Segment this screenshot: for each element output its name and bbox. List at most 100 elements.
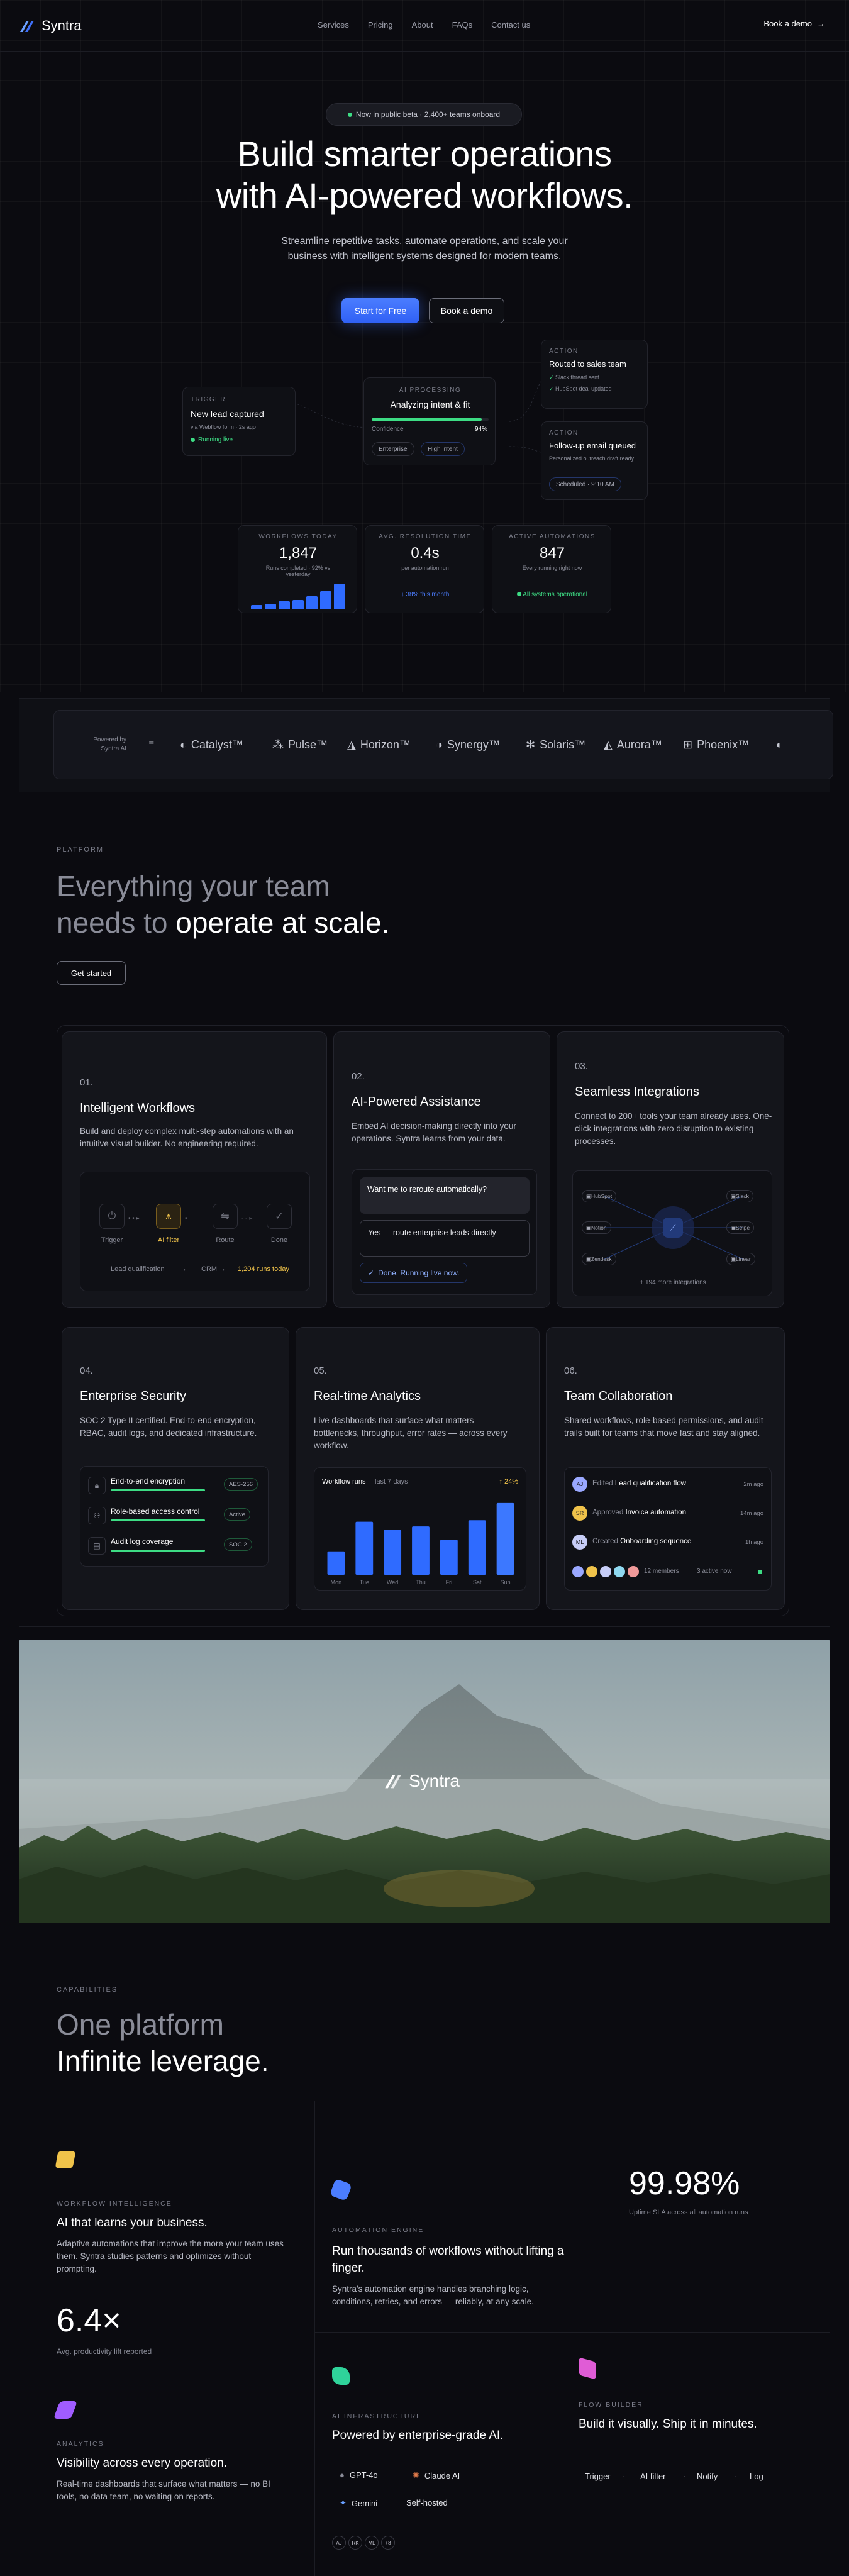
app-hubspot[interactable]: ▣ HubSpot — [582, 1190, 617, 1202]
brand-name: Syntra — [42, 17, 82, 33]
workflow-runs-chart: Mon Tue Wed Thu Fri Sat Sun — [327, 1502, 514, 1585]
live-dot-icon — [347, 112, 352, 117]
running-dot-icon — [191, 438, 195, 442]
nav-link-about[interactable]: About — [412, 20, 433, 30]
flow-step-log[interactable]: Log — [750, 2472, 763, 2481]
app-zendesk[interactable]: ▣ Zendesk — [582, 1253, 616, 1265]
avatar: ML — [572, 1535, 587, 1550]
cube-icon — [55, 2151, 76, 2168]
mini-bar — [265, 604, 276, 609]
chart-tick-label: Sat — [473, 1579, 482, 1585]
security-row-1-badge: AES-256 — [224, 1478, 258, 1491]
book-demo-button[interactable]: Book a demo — [429, 298, 504, 323]
chart-tick-label: Wed — [387, 1579, 398, 1585]
flow-foot-c: 1,204 runs today — [238, 1265, 289, 1273]
flow-step-ai-filter[interactable]: AI filter — [640, 2472, 665, 2481]
ai-title: Analyzing intent & fit — [390, 399, 470, 409]
nav-link-services[interactable]: Services — [318, 20, 349, 30]
cap-6-title: Build it visually. Ship it in minutes. — [579, 2418, 757, 2431]
trigger-node-icon[interactable]: ⏻ — [99, 1204, 125, 1229]
security-row-3-label: Audit log coverage — [111, 1537, 174, 1546]
get-started-button[interactable]: Get started — [57, 961, 126, 985]
feature-5-num: 05. — [314, 1365, 327, 1376]
chart-bar-tue — [355, 1521, 374, 1575]
flow-step-trigger[interactable]: Trigger — [585, 2472, 611, 2481]
model-selfhosted: Self-hosted — [406, 2498, 448, 2507]
check-icon: ✓ — [368, 1269, 375, 1277]
flow-action1-card[interactable]: ACTION Routed to sales team ✓ Slack thre… — [541, 340, 648, 409]
stat-resolution-tag: AVG. RESOLUTION TIME — [379, 533, 472, 540]
workflow-builder-preview: ⏻ Trigger • • ▸ ⩚ AI filter • ⇋ Route - … — [80, 1172, 310, 1291]
action1-title: Routed to sales team — [549, 359, 626, 369]
flow-step-notify[interactable]: Notify — [697, 2472, 718, 2481]
start-free-button[interactable]: Start for Free — [341, 298, 419, 323]
confidence-pct: 94% — [474, 426, 487, 433]
logo-pulse: ⁂ Pulse™ — [272, 738, 328, 752]
connector-icon: • — [185, 1215, 187, 1222]
feature-5-title: Real-time Analytics — [314, 1389, 421, 1403]
app-slack[interactable]: ▣ Slack — [726, 1190, 753, 1202]
flow-trigger-card[interactable]: TRIGGER New lead captured via Webflow fo… — [182, 387, 296, 456]
platform-title-line2a: needs to — [57, 906, 168, 939]
arrow-icon: → — [180, 1265, 187, 1273]
feature-2-desc: Embed AI decision-making directly into y… — [352, 1121, 516, 1143]
done-node-icon[interactable]: ✓ — [267, 1204, 292, 1229]
mini-bar — [279, 601, 290, 609]
capabilities-title-line2: Infinite leverage. — [57, 2045, 269, 2077]
cap-2-tag: AUTOMATION ENGINE — [332, 2226, 425, 2234]
app-linear-label: Linear — [736, 1256, 751, 1262]
cap-2-title: Run thousands of workflows without lifti… — [332, 2245, 564, 2275]
avatar — [600, 1566, 611, 1577]
trigger-status: Running live — [198, 436, 233, 443]
horizon-icon: ◮ — [347, 738, 356, 751]
feature-card-collaboration: 06. Team Collaboration Shared workflows,… — [546, 1327, 785, 1610]
activity-feed: AJ Edited Lead qualification flow 2m ago… — [564, 1467, 772, 1591]
logo-aurora-name: Aurora™ — [616, 738, 662, 751]
stat-active-foot: All systems operational — [523, 591, 588, 598]
top-nav: Syntra Services Pricing About FAQs Conta… — [0, 0, 849, 52]
avatar — [572, 1566, 584, 1577]
app-linear[interactable]: ▣ Linear — [726, 1253, 755, 1265]
beta-badge[interactable]: Now in public beta · 2,400+ teams onboar… — [326, 103, 522, 126]
nav-link-pricing[interactable]: Pricing — [368, 20, 393, 30]
mini-bar — [251, 605, 262, 609]
divider — [314, 2101, 315, 2576]
flow-foot-a: Lead qualification — [111, 1265, 165, 1273]
feature-4-desc: SOC 2 Type II certified. End-to-end encr… — [80, 1416, 257, 1438]
nav-link-faqs[interactable]: FAQs — [452, 20, 473, 30]
app-notion[interactable]: ▣ Notion — [582, 1221, 611, 1234]
chart-title: Workflow runs — [322, 1478, 366, 1485]
brand-logo[interactable]: Syntra — [19, 18, 82, 34]
flow-action2-card[interactable]: ACTION Follow-up email queued Personaliz… — [541, 421, 648, 500]
logo-strip: Powered by Syntra AI ⁼ ◐ Catalyst™ ⁂ Pulse… — [53, 710, 833, 779]
hero-title: Build smarter operations with AI-powered… — [0, 133, 849, 216]
flow-foot-b: CRM — [201, 1265, 218, 1273]
security-row-2-label: Role-based access control — [111, 1507, 200, 1516]
step-trigger-label: Trigger — [101, 1236, 123, 1244]
activity-3-obj: Onboarding sequence — [620, 1538, 692, 1545]
arrow-icon: · — [683, 2472, 686, 2481]
arrow-icon: · — [623, 2472, 626, 2481]
ai-tag: AI PROCESSING — [399, 387, 462, 394]
cap-2-desc: Syntra's automation engine handles branc… — [332, 2284, 534, 2306]
nav-book-demo-button[interactable]: Book a demo → — [763, 19, 825, 28]
chip-high-intent: High intent — [421, 442, 465, 456]
feature-5-desc: Live dashboards that surface what matter… — [314, 1416, 508, 1450]
feature-3-title: Seamless Integrations — [575, 1085, 699, 1099]
ai-filter-node-icon[interactable]: ⩚ — [156, 1204, 181, 1229]
chart-bar-thu — [412, 1526, 430, 1575]
feature-3-num: 03. — [575, 1061, 588, 1072]
app-stripe[interactable]: ▣ Stripe — [726, 1221, 755, 1234]
platform-title: Everything your team needs to operate at… — [57, 868, 389, 941]
nav-link-contact[interactable]: Contact us — [491, 20, 530, 30]
photo-brand-name: Syntra — [409, 1771, 460, 1790]
notion-icon: ▣ — [586, 1224, 592, 1231]
cap-1-desc: Adaptive automations that improve the mo… — [57, 2239, 284, 2273]
sphere-icon — [330, 2179, 352, 2201]
flow-ai-card[interactable]: AI PROCESSING Analyzing intent & fit Con… — [363, 377, 496, 465]
avatar: AJ — [332, 2536, 346, 2550]
route-node-icon[interactable]: ⇋ — [213, 1204, 238, 1229]
platform-title-line2b: operate at scale. — [167, 906, 390, 939]
stat-workflows-tag: WORKFLOWS TODAY — [258, 533, 338, 540]
chart-bar-fri — [440, 1540, 458, 1575]
